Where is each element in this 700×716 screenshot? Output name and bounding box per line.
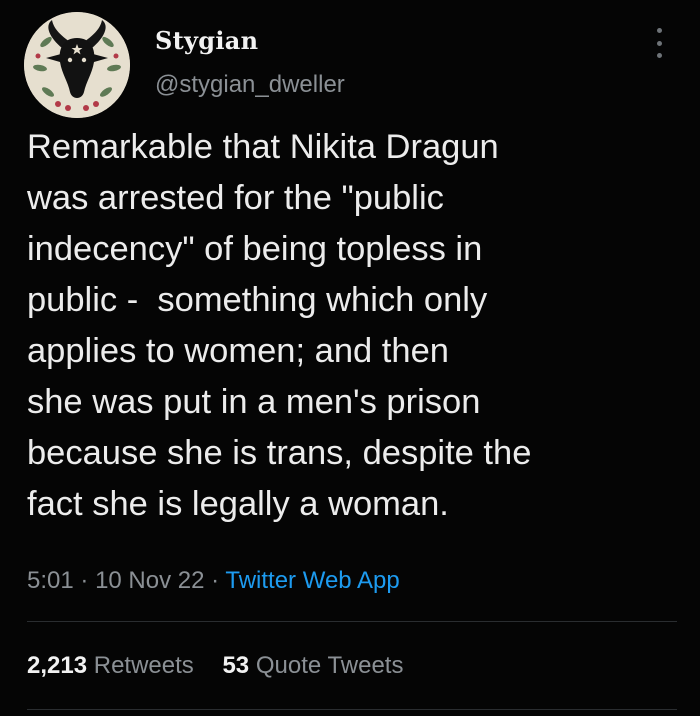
more-vertical-icon: [656, 40, 662, 46]
tweet-text-line: was arrested for the "public: [27, 179, 444, 217]
more-vertical-icon: [656, 53, 662, 58]
tweet-text-line: public - something which only: [27, 281, 488, 319]
divider: [27, 621, 677, 622]
display-name[interactable]: Stygian: [155, 26, 258, 55]
quote-tweets-stat[interactable]: 53 Quote Tweets: [222, 652, 403, 680]
tweet-date[interactable]: 10 Nov 22: [95, 567, 204, 594]
more-options-button[interactable]: [650, 26, 668, 60]
tweet-meta: 5:01 · 10 Nov 22 · Twitter Web App: [27, 567, 400, 595]
quote-tweets-count: 53: [222, 652, 250, 679]
tweet-text: Remarkable that Nikita Dragun was arrest…: [27, 122, 687, 530]
avatar[interactable]: [24, 12, 130, 118]
divider: [27, 709, 677, 710]
meta-separator: ·: [80, 567, 89, 594]
user-handle[interactable]: @stygian_dweller: [155, 71, 345, 99]
tweet-text-line: indecency" of being topless in: [27, 230, 483, 268]
tweet-text-line: she was put in a men's prison: [27, 383, 481, 421]
quote-tweets-label: Quote Tweets: [255, 652, 404, 679]
more-vertical-icon: [656, 28, 662, 33]
meta-separator: ·: [211, 567, 220, 594]
tweet-text-line: because she is trans, despite the: [27, 434, 532, 472]
tweet-text-line: fact she is legally a woman.: [27, 485, 449, 523]
tweet-time[interactable]: 5:01: [27, 567, 74, 594]
tweet-text-line: Remarkable that Nikita Dragun: [27, 128, 499, 166]
tweet-source-link[interactable]: Twitter Web App: [225, 567, 399, 594]
retweets-label: Retweets: [93, 652, 194, 679]
tweet-stats: 2,213 Retweets 53 Quote Tweets: [27, 652, 425, 680]
tweet-text-line: applies to women; and then: [27, 332, 449, 370]
retweets-stat[interactable]: 2,213 Retweets: [27, 652, 194, 680]
goat-skull-avatar-icon: [24, 12, 130, 118]
tweet-card: Stygian @stygian_dweller Remarkable that…: [0, 0, 700, 716]
retweets-count: 2,213: [27, 652, 88, 679]
